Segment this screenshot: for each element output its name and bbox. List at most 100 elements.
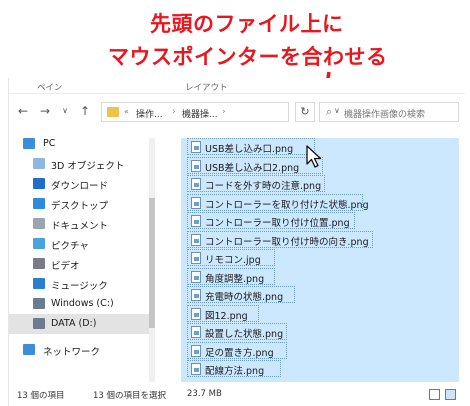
- image-file-icon: [191, 344, 201, 357]
- up-arrow-icon[interactable]: ↑: [77, 102, 93, 120]
- recent-locations-chevron-icon[interactable]: ∨: [57, 102, 73, 120]
- image-file-icon: [191, 363, 201, 375]
- file-item[interactable]: 配線方法.png: [187, 360, 281, 377]
- file-name: 配線方法.png: [205, 366, 265, 377]
- mouse-pointer-icon: [306, 145, 322, 168]
- file-item[interactable]: USB差し込み口.png: [187, 138, 315, 155]
- file-name: コントローラー取り付け時の向き.png: [205, 236, 369, 248]
- sidebar-item-data-d[interactable]: DATA (D:): [9, 314, 155, 334]
- sidebar-item-label: 3D オブジェクト: [51, 161, 125, 172]
- file-item[interactable]: リモコン.jpg: [187, 249, 275, 266]
- image-file-icon: [191, 326, 201, 338]
- address-overflow[interactable]: «: [124, 107, 129, 116]
- file-list: USB差し込み口.png USB差し込み口2.png コードを外す時の注意.pn…: [181, 138, 459, 382]
- file-item[interactable]: コントローラー取り付け位置.png: [187, 212, 355, 229]
- file-name: コントローラーを取り付けた状態.png: [205, 199, 369, 211]
- breadcrumb-item[interactable]: 操作...: [136, 107, 163, 120]
- sidebar-item-pictures[interactable]: ピクチャ: [9, 234, 155, 254]
- image-file-icon: [191, 307, 201, 320]
- sidebar-item-videos[interactable]: ビデオ: [9, 254, 155, 274]
- ribbon-tab-layout[interactable]: レイアウト: [185, 81, 228, 93]
- file-item[interactable]: コントローラー取り付け時の向き.png: [187, 230, 373, 248]
- search-icon: ⌕: [326, 105, 333, 118]
- sidebar-item-desktop[interactable]: デスクトップ: [9, 194, 155, 214]
- 3d-objects-icon: [33, 158, 45, 169]
- sidebar-scroll-thumb[interactable]: [149, 198, 155, 328]
- sidebar-item-windows-c[interactable]: Windows (C:): [9, 294, 155, 314]
- sidebar-item-label: ピクチャ: [51, 241, 89, 252]
- sidebar-item-label: PC: [43, 138, 56, 149]
- file-item[interactable]: USB差し込み口2.png: [187, 156, 323, 174]
- selected-count: 13 個の項目を選択: [93, 391, 167, 401]
- details-view-icon[interactable]: [429, 389, 440, 400]
- music-icon: [33, 278, 45, 289]
- network-icon: [23, 344, 35, 355]
- sidebar-item-pc[interactable]: PC: [9, 134, 155, 154]
- file-name: 角度調整.png: [205, 273, 265, 285]
- annotation-line-1: 先頭のファイル上に: [150, 12, 344, 36]
- navigation-pane: PC 3D オブジェクト ダウンロード デスクトップ ドキュメント ピクチャ ビ…: [9, 134, 157, 382]
- image-file-icon: [191, 196, 201, 209]
- file-item[interactable]: 足の置き方.png: [187, 341, 287, 359]
- documents-icon: [33, 218, 45, 229]
- file-item[interactable]: コードを外す時の注意.png: [187, 175, 325, 192]
- file-name: 足の置き方.png: [205, 347, 274, 359]
- image-file-icon: [191, 270, 201, 283]
- file-item[interactable]: 角度調整.png: [187, 267, 275, 285]
- back-arrow-icon[interactable]: ←: [15, 102, 31, 120]
- pictures-icon: [33, 238, 45, 249]
- file-item[interactable]: 設置した状態.png: [187, 323, 287, 340]
- breadcrumb-item[interactable]: 機器操...: [182, 107, 218, 120]
- file-name: 設置した状態.png: [205, 329, 284, 340]
- videos-icon: [33, 258, 45, 269]
- file-item[interactable]: コントローラーを取り付けた状態.png: [187, 193, 369, 211]
- drive-icon: [33, 298, 45, 309]
- image-file-icon: [191, 141, 201, 153]
- status-bar: 13 個の項目 13 個の項目を選択 23.7 MB: [9, 384, 465, 406]
- image-file-icon: [191, 159, 201, 172]
- file-name: USB差し込み口2.png: [205, 162, 300, 174]
- address-bar[interactable]: « 操作... › 機器操... › ∨: [101, 102, 340, 122]
- sidebar-item-documents[interactable]: ドキュメント: [9, 214, 155, 234]
- breadcrumb-separator: ›: [172, 107, 176, 117]
- sidebar-item-music[interactable]: ミュージック: [9, 274, 155, 294]
- explorer-window: ペイン レイアウト ← → ∨ ↑ « 操作... › 機器操... › ∨ ↻…: [8, 78, 465, 406]
- image-file-icon: [191, 178, 201, 190]
- sidebar-item-downloads[interactable]: ダウンロード: [9, 174, 155, 194]
- search-placeholder[interactable]: 機器操作画像の検索: [344, 107, 425, 120]
- file-name: コントローラー取り付け位置.png: [205, 218, 350, 229]
- sidebar-item-label: Windows (C:): [51, 298, 114, 309]
- selected-size: 23.7 MB: [187, 389, 222, 399]
- navigation-bar: ← → ∨ ↑ « 操作... › 機器操... › ∨ ↻ ⌕ 機器操作画像の…: [9, 98, 465, 124]
- desktop-icon: [33, 198, 45, 209]
- sidebar-item-network[interactable]: ネットワーク: [9, 340, 155, 360]
- file-name: コードを外す時の注意.png: [205, 181, 322, 192]
- ribbon-tab-pane[interactable]: ペイン: [37, 81, 63, 93]
- file-name: USB差し込み口.png: [205, 144, 294, 155]
- search-box[interactable]: ⌕ 機器操作画像の検索: [319, 102, 459, 122]
- forward-arrow-icon[interactable]: →: [37, 102, 53, 120]
- sidebar-item-label: ネットワーク: [43, 347, 101, 358]
- file-name: リモコン.jpg: [205, 255, 261, 266]
- file-item[interactable]: 充電時の状態.png: [187, 286, 295, 303]
- instruction-annotation: 先頭のファイル上に マウスポインターを合わせる: [0, 0, 470, 140]
- folder-icon: [107, 107, 119, 117]
- sidebar-item-label: ダウンロード: [51, 181, 109, 192]
- breadcrumb-separator: ›: [222, 107, 226, 117]
- large-icons-view-icon[interactable]: [445, 389, 456, 400]
- file-name: 充電時の状態.png: [205, 292, 284, 303]
- sidebar-item-3d-objects[interactable]: 3D オブジェクト: [9, 154, 155, 174]
- sidebar-item-label: ドキュメント: [51, 221, 109, 232]
- image-file-icon: [191, 233, 201, 246]
- image-file-icon: [191, 252, 201, 264]
- sidebar-item-label: ビデオ: [51, 261, 80, 272]
- file-item[interactable]: 図12.png: [187, 304, 259, 322]
- sidebar-item-label: デスクトップ: [51, 201, 109, 212]
- image-file-icon: [191, 215, 201, 227]
- refresh-icon[interactable]: ↻: [295, 102, 315, 122]
- ribbon: ペイン レイアウト: [9, 78, 465, 94]
- download-icon: [33, 178, 45, 189]
- pc-icon: [23, 138, 35, 149]
- sidebar-item-label: DATA (D:): [51, 318, 97, 329]
- annotation-line-2: マウスポインターを合わせる: [108, 45, 388, 69]
